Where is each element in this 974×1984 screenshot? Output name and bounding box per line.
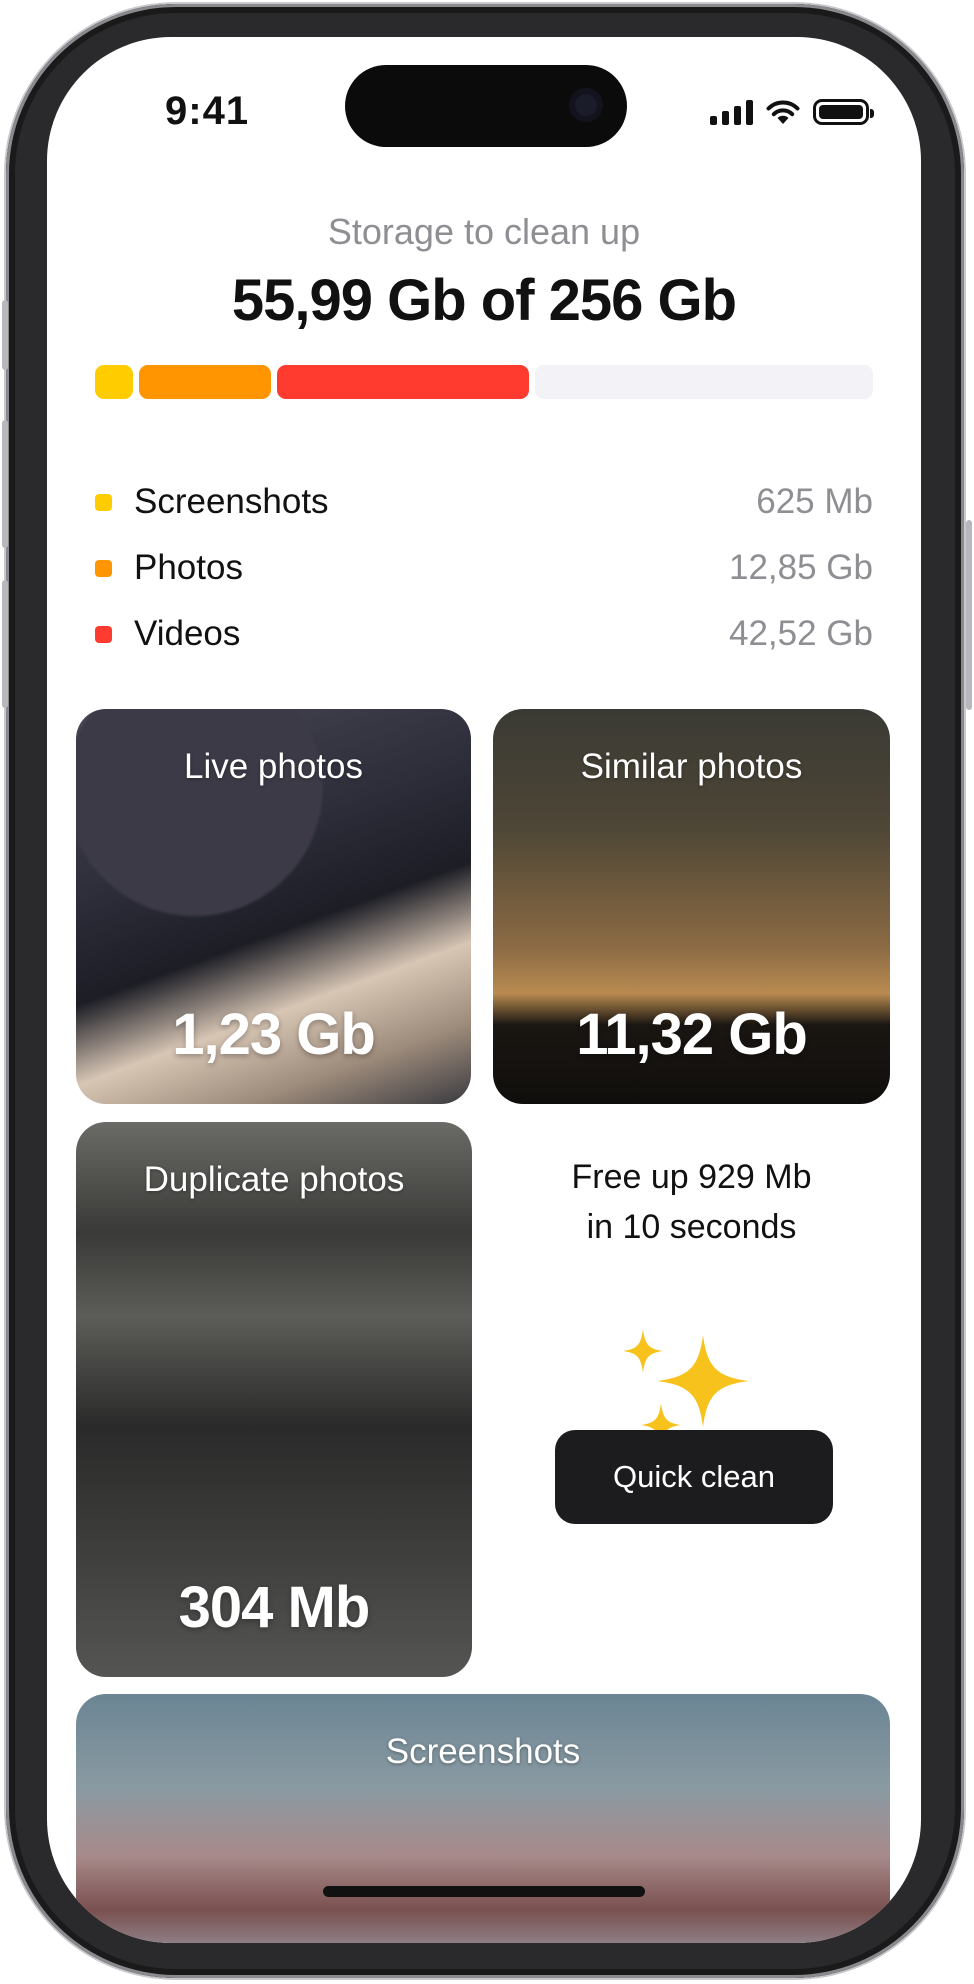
card-size: 304 Mb: [178, 1575, 371, 1640]
status-time: 9:41: [165, 89, 250, 133]
power-button: [966, 520, 972, 710]
storage-legend: Screenshots 625 Mb Photos 12,85 Gb Video…: [95, 469, 873, 667]
legend-dot-screenshots: [95, 493, 112, 511]
storage-title: 55,99 Gb of 256 Gb: [231, 268, 737, 333]
quick-clean-line-1: Free up 929 Mb: [571, 1158, 812, 1196]
legend-item-screenshots: Screenshots 625 Mb: [95, 469, 873, 535]
volume-up-button: [2, 420, 8, 548]
moon-icon: [691, 924, 701, 944]
card-title: Similar photos: [580, 747, 803, 786]
quick-clean-panel: Free up 929 Mb in 10 seconds Quick clean: [493, 1122, 890, 1677]
legend-item-videos: Videos 42,52 Gb: [95, 601, 873, 667]
live-photos-card[interactable]: Live photos 1,23 Gb: [76, 709, 471, 1104]
card-title: Live photos: [183, 747, 364, 786]
card-size: 11,32 Gb: [576, 1002, 808, 1067]
legend-label: Videos: [134, 614, 241, 653]
storage-header: Storage to clean up 55,99 Gb of 256 Gb: [47, 211, 921, 334]
legend-label: Photos: [134, 548, 243, 587]
legend-value: 625 Mb: [756, 482, 873, 521]
legend-value: 42,52 Gb: [729, 614, 873, 653]
usage-segment-videos: [277, 365, 529, 399]
status-bar: 9:41: [47, 37, 921, 177]
volume-down-button: [2, 580, 8, 708]
legend-value: 12,85 Gb: [729, 548, 873, 587]
usage-segment-screenshots: [95, 365, 133, 399]
status-icons: [710, 97, 874, 127]
quick-clean-button[interactable]: Quick clean: [555, 1430, 833, 1524]
action-button: [2, 300, 8, 370]
storage-usage-bar: [95, 365, 873, 399]
signal-icon: [710, 99, 753, 125]
quick-clean-line-2: in 10 seconds: [586, 1208, 797, 1246]
battery-icon: [813, 99, 874, 125]
camera-icon: [569, 88, 603, 122]
usage-segment-photos: [139, 365, 271, 399]
screen: 9:41 Storage to clean up 55,99 Gb of 256…: [47, 37, 921, 1943]
duplicate-photos-card[interactable]: Duplicate photos 304 Mb: [76, 1122, 472, 1677]
card-size: 1,23 Gb: [172, 1002, 376, 1067]
similar-photos-card[interactable]: Similar photos 11,32 Gb: [493, 709, 890, 1104]
card-title: Screenshots: [385, 1732, 581, 1771]
legend-dot-videos: [95, 625, 112, 643]
dynamic-island: [345, 65, 627, 147]
legend-item-photos: Photos 12,85 Gb: [95, 535, 873, 601]
wifi-icon: [766, 100, 800, 124]
home-indicator[interactable]: [323, 1886, 645, 1897]
storage-subtitle: Storage to clean up: [327, 211, 641, 252]
legend-dot-photos: [95, 559, 112, 577]
screenshots-card[interactable]: Screenshots: [76, 1694, 890, 1943]
card-title: Duplicate photos: [143, 1160, 405, 1199]
usage-segment-free: [535, 365, 873, 399]
legend-label: Screenshots: [134, 482, 329, 521]
quick-clean-description: Free up 929 Mb in 10 seconds: [493, 1152, 890, 1252]
